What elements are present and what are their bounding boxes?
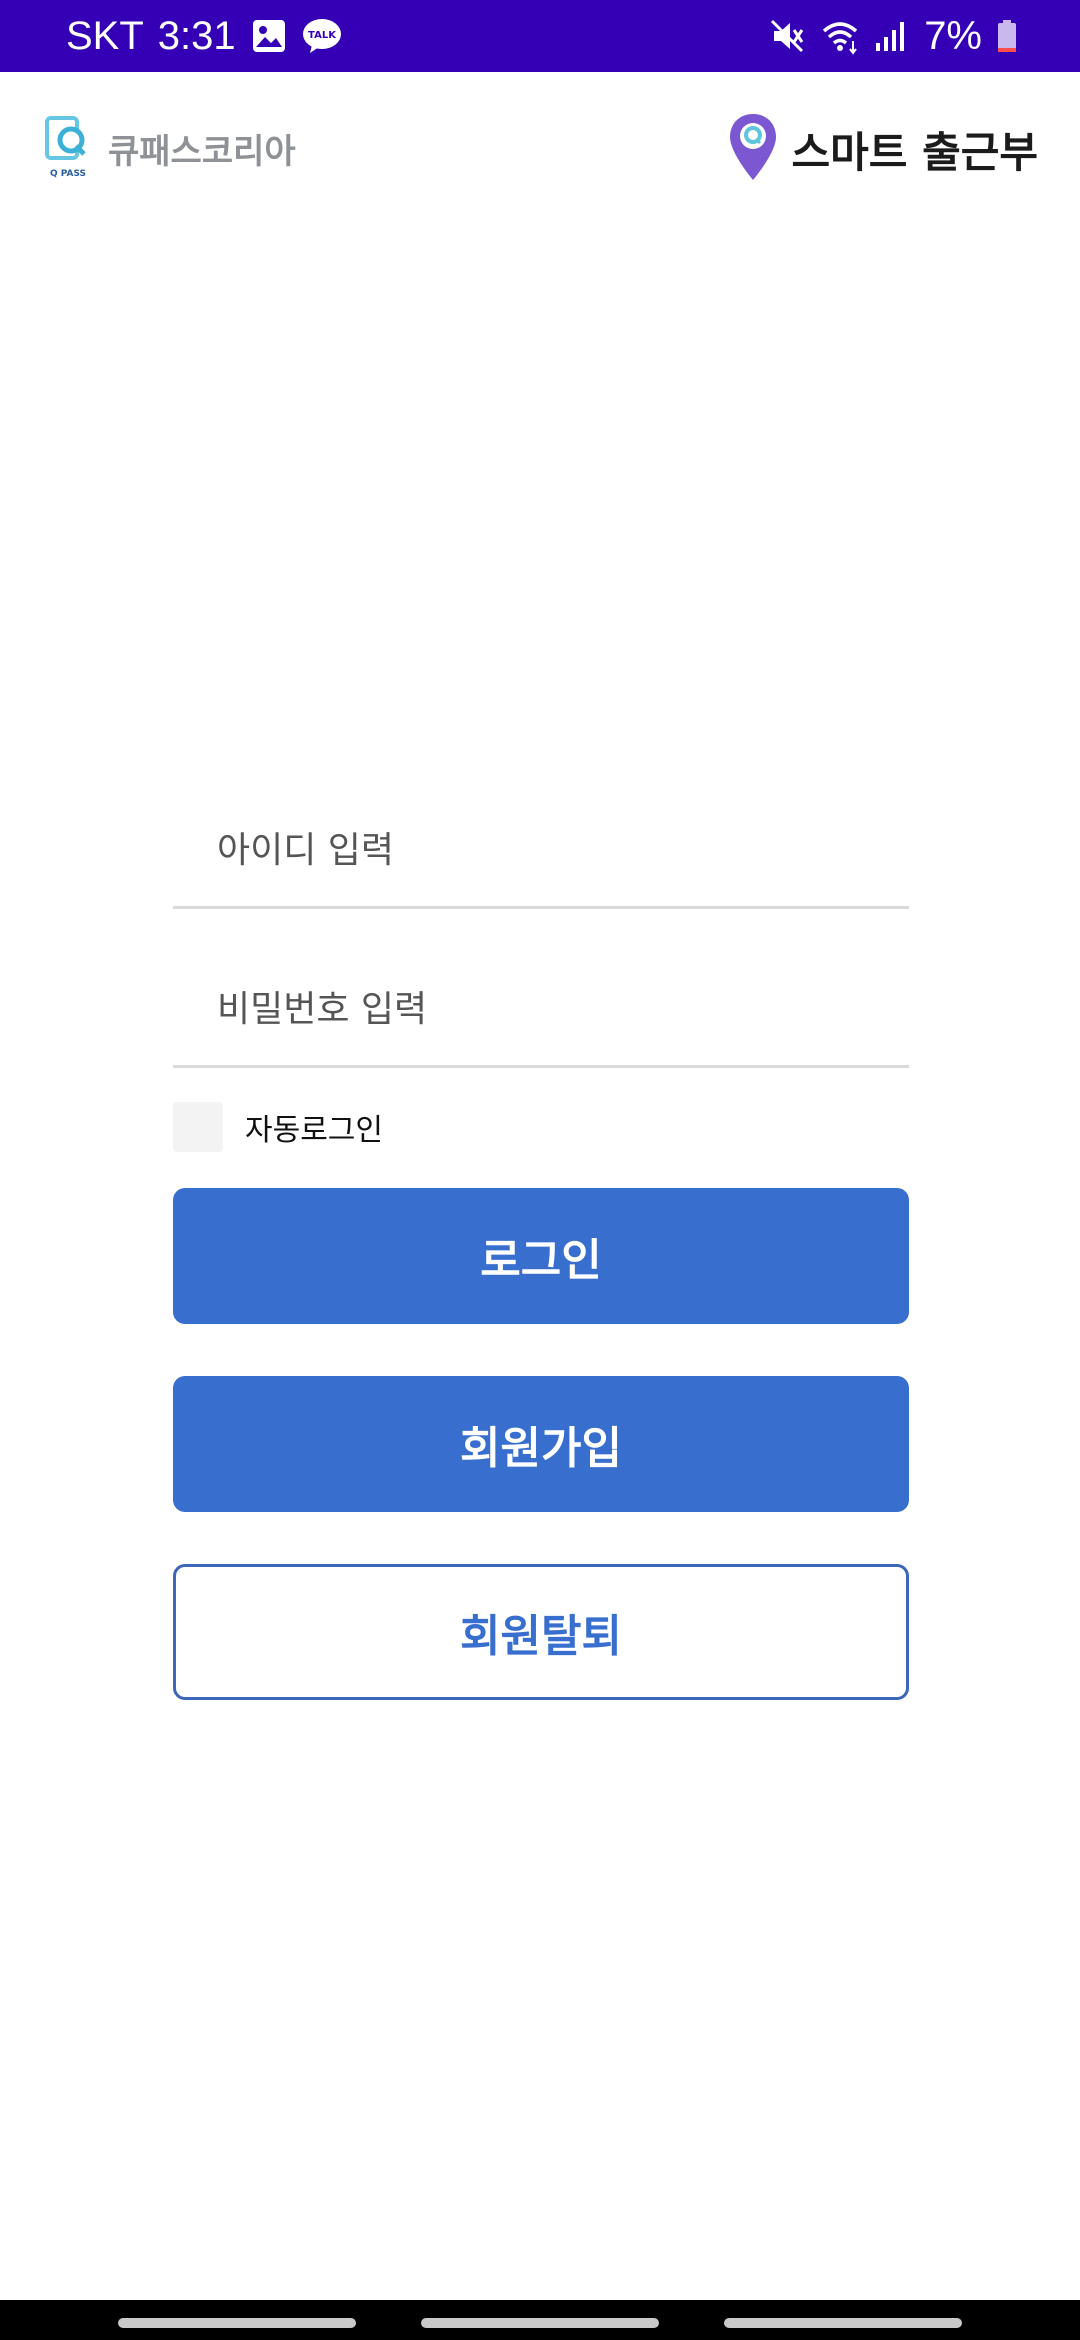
brand-name: 큐패스코리아 <box>108 131 296 172</box>
signup-button[interactable]: 회원가입 <box>173 1376 909 1512</box>
app-title-group: 스마트 출근부 <box>728 112 1038 186</box>
location-pin-icon <box>728 112 778 186</box>
nav-back-handle[interactable] <box>724 2318 962 2328</box>
qpass-logo-icon: Q PASS <box>44 116 94 180</box>
status-right: 7% <box>768 0 1018 72</box>
id-field <box>173 798 909 909</box>
talk-badge-text: TALK <box>308 30 337 41</box>
battery-percent: 7% <box>924 13 982 58</box>
status-left: SKT 3:31 TALK <box>66 0 341 72</box>
id-input[interactable] <box>217 818 877 882</box>
auto-login-row[interactable]: 자동로그인 <box>173 1102 383 1152</box>
battery-icon <box>996 17 1018 55</box>
wifi-icon <box>820 17 858 55</box>
auto-login-label: 자동로그인 <box>245 1113 383 1148</box>
signal-icon <box>872 17 910 55</box>
nav-home-handle[interactable] <box>421 2318 659 2328</box>
withdraw-button[interactable]: 회원탈퇴 <box>173 1564 909 1700</box>
status-time: 3:31 <box>157 14 236 58</box>
brand-logo-text: Q PASS <box>50 169 86 179</box>
mute-icon <box>768 17 806 55</box>
carrier-label: SKT <box>66 14 144 58</box>
kakaotalk-icon: TALK <box>302 17 341 55</box>
image-icon <box>250 17 288 55</box>
password-input[interactable] <box>217 977 877 1041</box>
status-bar: SKT 3:31 TALK 7% <box>0 0 1080 72</box>
auto-login-checkbox[interactable] <box>173 1102 223 1152</box>
password-field <box>173 957 909 1068</box>
brand: Q PASS 큐패스코리아 <box>44 116 296 180</box>
navigation-bar <box>0 2300 1080 2340</box>
nav-recents-handle[interactable] <box>118 2318 356 2328</box>
app-title: 스마트 출근부 <box>791 127 1038 177</box>
app-header: Q PASS 큐패스코리아 스마트 출근부 <box>0 72 1080 222</box>
login-button[interactable]: 로그인 <box>173 1188 909 1324</box>
